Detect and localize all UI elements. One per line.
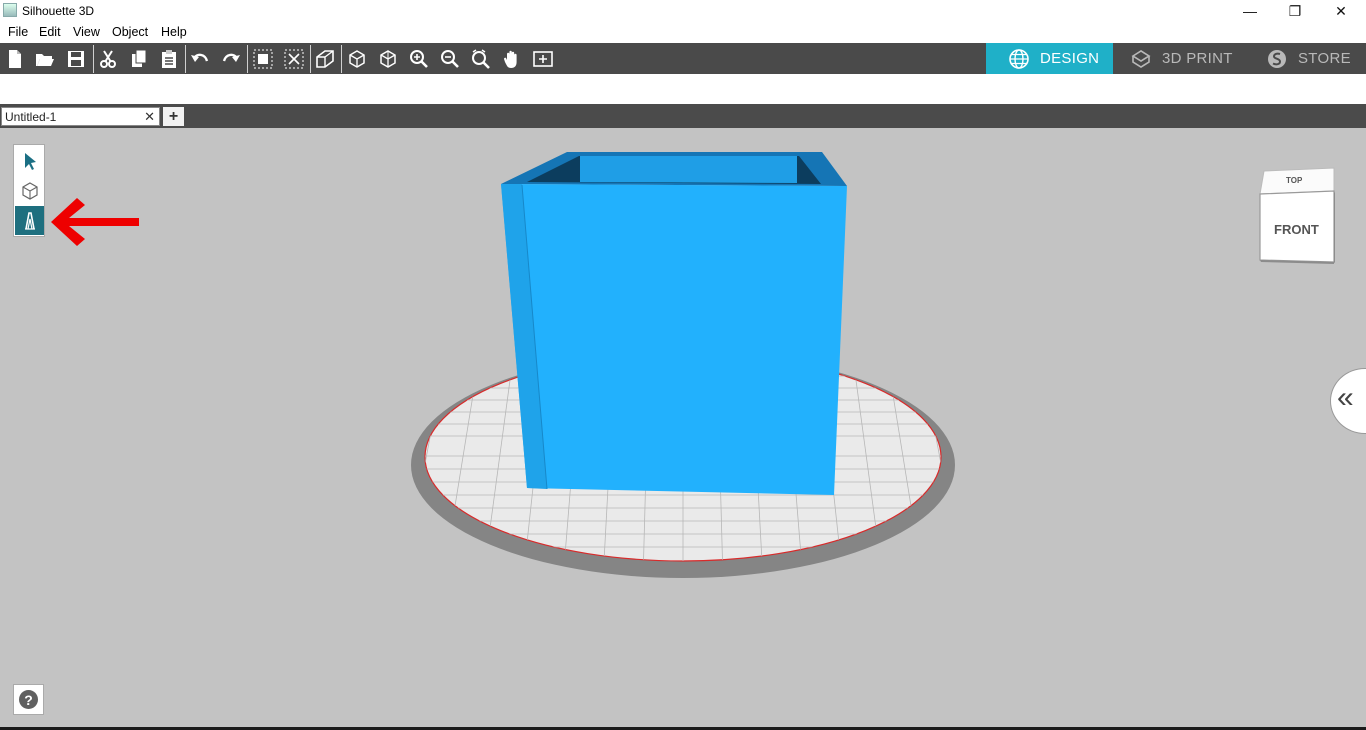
text-a-icon[interactable] [15, 206, 44, 235]
menu-bar: File Edit View Object Help [0, 22, 1366, 42]
side-toolbar [13, 144, 45, 237]
save-icon[interactable] [64, 47, 88, 71]
double-chevron-left-icon: « [1337, 381, 1354, 414]
undo-icon[interactable] [188, 47, 212, 71]
ungroup-icon[interactable] [282, 47, 306, 71]
mode-tab-store[interactable]: STORE [1238, 43, 1366, 74]
store-icon [1266, 48, 1288, 70]
zoom-out-icon[interactable] [438, 47, 462, 71]
paste-icon[interactable] [157, 47, 181, 71]
add-tab-button[interactable]: + [163, 107, 184, 126]
view-cube-top-label[interactable]: TOP [1286, 176, 1302, 185]
menu-file[interactable]: File [8, 25, 28, 39]
menu-help[interactable]: Help [161, 25, 187, 39]
mode-tab-design[interactable]: DESIGN [986, 43, 1113, 74]
select-arrow-icon[interactable] [15, 146, 44, 175]
mode-tab-label: DESIGN [1040, 50, 1100, 67]
window-title: Silhouette 3D [22, 4, 95, 18]
main-toolbar: DESIGN 3D PRINT STORE [0, 43, 1366, 74]
copy-icon[interactable] [127, 47, 151, 71]
help-button[interactable]: ? [13, 684, 44, 715]
3d-model-box[interactable] [501, 152, 847, 495]
view-cube[interactable]: TOP FRONT [1258, 166, 1336, 266]
document-tab-title: Untitled-1 [5, 110, 57, 124]
mode-tab-label: STORE [1298, 50, 1351, 67]
cut-icon[interactable] [96, 47, 120, 71]
mode-tab-3d-print[interactable]: 3D PRINT [1113, 43, 1238, 74]
cube-alt-view-icon[interactable] [376, 47, 400, 71]
mode-tab-label: 3D PRINT [1162, 50, 1233, 67]
globe-icon [1008, 48, 1030, 70]
3d-viewport[interactable]: ? TOP FRONT « [0, 128, 1366, 730]
scene-canvas[interactable] [0, 128, 1366, 730]
restore-button[interactable]: ❐ [1272, 0, 1318, 22]
annotation-arrow [51, 198, 139, 246]
minimize-button[interactable]: — [1227, 0, 1273, 22]
view-cube-front-label[interactable]: FRONT [1274, 222, 1319, 237]
zoom-fit-icon[interactable] [469, 47, 493, 71]
open-folder-icon[interactable] [33, 47, 57, 71]
zoom-in-icon[interactable] [407, 47, 431, 71]
fit-screen-icon[interactable] [531, 47, 555, 71]
new-file-icon[interactable] [3, 47, 27, 71]
options-bar [0, 74, 1366, 104]
cube-icon[interactable] [15, 176, 44, 205]
menu-object[interactable]: Object [112, 25, 148, 39]
redo-icon[interactable] [219, 47, 243, 71]
extrude-view-icon[interactable] [313, 47, 337, 71]
group-icon[interactable] [251, 47, 275, 71]
menu-edit[interactable]: Edit [39, 25, 61, 39]
cube-view-icon[interactable] [345, 47, 369, 71]
menu-view[interactable]: View [73, 25, 100, 39]
document-tab[interactable]: Untitled-1 ✕ [1, 107, 160, 126]
app-logo-icon [3, 3, 17, 17]
close-tab-icon[interactable]: ✕ [144, 109, 155, 125]
document-tab-bar: Untitled-1 ✕ + [0, 104, 1366, 128]
close-window-button[interactable]: ✕ [1318, 0, 1364, 22]
pan-hand-icon[interactable] [500, 47, 524, 71]
title-bar: Silhouette 3D — ❐ ✕ [0, 0, 1366, 22]
help-icon: ? [19, 690, 38, 709]
print-icon [1130, 48, 1152, 70]
